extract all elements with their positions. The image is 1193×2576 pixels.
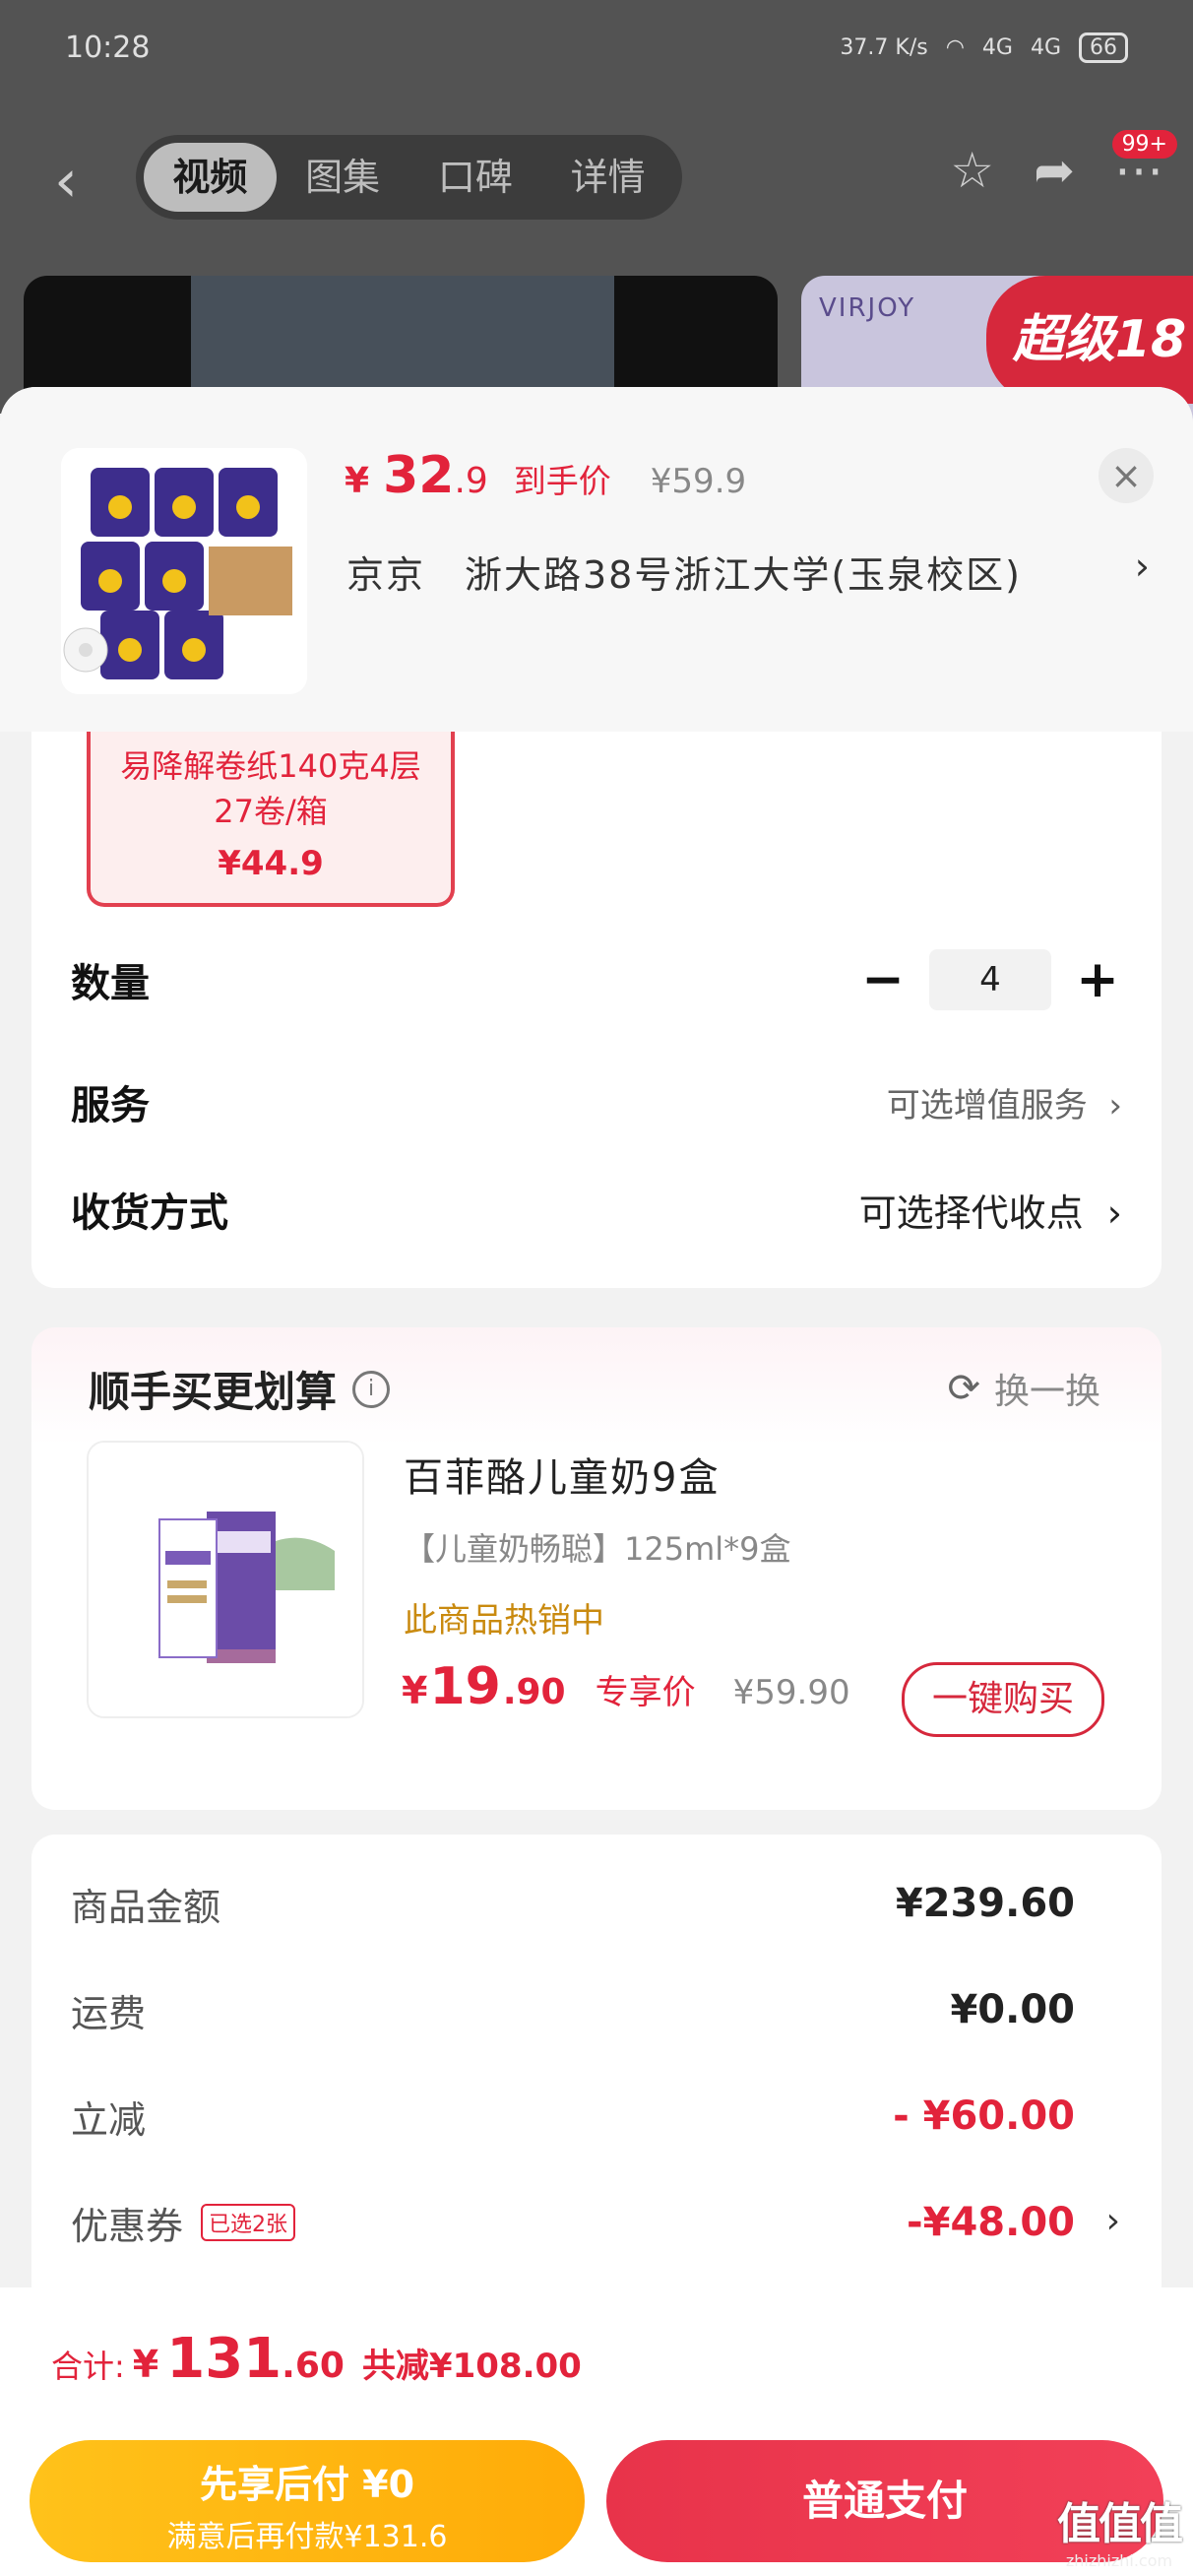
total-integer: 131 [166,2327,283,2391]
recommend-price-integer: 19 [429,1657,501,1716]
pay-later-title: 先享后付 ¥0 [199,2463,415,2506]
service-label: 服务 [71,1083,150,1128]
total-currency: ¥ [132,2343,159,2386]
quantity-stepper: − 4 + [858,949,1122,1010]
recommend-product-image[interactable] [87,1441,364,1718]
pay-later-button[interactable]: 先享后付 ¥0 满意后再付款¥131.6 [30,2440,585,2562]
watermark-logo: 值值值 zhizhizhi.com [1057,2488,1183,2570]
banner-brand: VIRJOY [819,293,916,323]
chevron-right-icon[interactable]: › [1135,545,1150,588]
total-label: 合计: [51,2348,125,2385]
star-icon[interactable]: ☆ [950,142,994,199]
watermark-text: 值值值 [1057,2499,1183,2549]
spec-card: 易降解卷纸140克4层27卷/箱 ¥44.9 数量 − 4 + 服务 可选增值服… [31,732,1162,1288]
coupon-chip: 已选2张 [201,2204,296,2241]
swap-button[interactable]: ⟳ 换一换 [947,1363,1100,1414]
delivery-method-value: 可选择代收点 [858,1191,1084,1235]
tab-details[interactable]: 详情 [541,143,674,212]
battery-icon: 66 [1079,32,1128,63]
close-icon: × [1110,454,1142,497]
swap-label: 换一换 [993,1372,1100,1412]
delivery-method-row[interactable]: 收货方式 可选择代收点 › [71,1180,1122,1239]
signal-icon: 4G [981,34,1013,60]
recommend-price-row: ¥ 19 .90 专享价 ¥59.90 [402,1657,850,1716]
recommend-product-name[interactable]: 百菲酪儿童奶9盒 [404,1446,720,1503]
summary-value: ¥0.00 [950,1987,1075,2032]
banner-promo: 超级18 [986,276,1193,404]
refresh-icon: ⟳ [947,1366,980,1411]
total-saved: 共减¥108.00 [361,2347,582,2386]
watermark-url: zhizhizhi.com [1065,2551,1173,2570]
summary-label: 运费 [71,1991,147,2035]
chevron-right-icon: › [1108,1085,1122,1126]
order-summary: 商品金额 ¥239.60 运费 ¥0.00 立减 - ¥60.00 优惠券 已选… [31,1835,1162,2327]
price-row: ¥ 32 .9 到手价 ¥59.9 [345,446,746,505]
info-icon[interactable]: i [352,1370,391,1408]
status-time: 10:28 [65,30,151,65]
wifi-icon: ◠ [945,34,965,60]
signal-icon-2: 4G [1030,34,1061,60]
summary-row: 商品金额 ¥239.60 [71,1874,1075,1933]
recommend-price-tag: 专享价 [595,1673,696,1712]
spec-option-name: 易降解卷纸140克4层27卷/箱 [120,747,421,830]
pay-later-subtitle: 满意后再付款¥131.6 [166,2520,448,2554]
spec-option-price: ¥44.9 [218,844,324,883]
coupon-row[interactable]: 优惠券 已选2张 -¥48.00 [71,2193,1075,2252]
minus-button[interactable]: − [858,950,908,1009]
one-click-buy-button[interactable]: 一键购买 [902,1662,1104,1737]
share-icon[interactable]: ➦ [1034,142,1075,199]
recommend-title: 顺手买更划算 [89,1368,338,1416]
product-thumbnail [61,448,307,694]
total-row: 合计: ¥ 131 .60 共减¥108.00 [51,2327,582,2391]
back-icon[interactable]: ‹ [54,152,103,211]
recommend-price-decimal: .90 [502,1672,566,1712]
top-nav: ‹ 视频 图集 口碑 详情 ☆ ➦ ⋯ 99+ [0,130,1193,230]
recommend-heading: 顺手买更划算 i [89,1359,391,1419]
summary-value: -¥48.00 [907,2200,1075,2245]
summary-label: 优惠券 [71,2204,184,2248]
quantity-value[interactable]: 4 [929,949,1051,1010]
tab-video[interactable]: 视频 [144,143,277,212]
summary-label: 商品金额 [71,1885,221,1929]
recommend-price-currency: ¥ [402,1669,428,1712]
delivery-method-label: 收货方式 [71,1191,228,1236]
service-row[interactable]: 服务 可选增值服务 › [71,1072,1122,1131]
quantity-label: 数量 [71,961,150,1006]
summary-label: 立减 [71,2097,147,2142]
total-decimal: .60 [282,2346,345,2386]
tab-gallery[interactable]: 图集 [277,143,409,212]
recommend-card: 顺手买更划算 i ⟳ 换一换 百菲酪儿童奶9盒 【儿童奶畅聪】125ml*9盒 … [31,1327,1162,1810]
status-bar: 10:28 37.7 K/s ◠ 4G 4G 66 [65,28,1128,67]
recommend-product-desc: 【儿童奶畅聪】125ml*9盒 [404,1530,791,1568]
price-integer: 32 [383,446,455,505]
original-price: ¥59.9 [650,462,747,501]
price-tag: 到手价 [513,462,611,500]
price-decimal: .9 [454,461,488,501]
chevron-right-icon[interactable]: › [1106,2201,1120,2241]
service-value: 可选增值服务 [886,1085,1088,1126]
quantity-row: 数量 − 4 + [71,949,1122,1010]
net-speed: 37.7 K/s [840,34,928,60]
recommend-original-price: ¥59.90 [732,1673,850,1712]
purchase-sheet: ¥ 32 .9 到手价 ¥59.9 × 京京 浙大路38号浙江大学(玉泉校区) … [0,387,1193,2576]
spec-option-selected[interactable]: 易降解卷纸140克4层27卷/箱 ¥44.9 [87,732,455,907]
summary-row: 立减 - ¥60.00 [71,2087,1075,2146]
sheet-header: ¥ 32 .9 到手价 ¥59.9 × 京京 浙大路38号浙江大学(玉泉校区) … [0,387,1193,732]
chevron-right-icon: › [1106,1191,1122,1235]
price-currency: ¥ [345,461,370,501]
media-tabs: 视频 图集 口碑 详情 [136,135,682,220]
recommend-hot-label: 此商品热销中 [404,1601,604,1641]
delivery-address[interactable]: 京京 浙大路38号浙江大学(玉泉校区) [346,545,1022,599]
summary-row: 运费 ¥0.00 [71,1980,1075,2039]
checkout-footer: 合计: ¥ 131 .60 共减¥108.00 先享后付 ¥0 满意后再付款¥1… [0,2287,1193,2576]
close-button[interactable]: × [1099,448,1154,503]
summary-value: - ¥60.00 [893,2093,1075,2139]
summary-value: ¥239.60 [895,1881,1075,1926]
message-badge: 99+ [1111,130,1177,159]
tab-reviews[interactable]: 口碑 [409,143,542,212]
plus-button[interactable]: + [1073,950,1122,1009]
